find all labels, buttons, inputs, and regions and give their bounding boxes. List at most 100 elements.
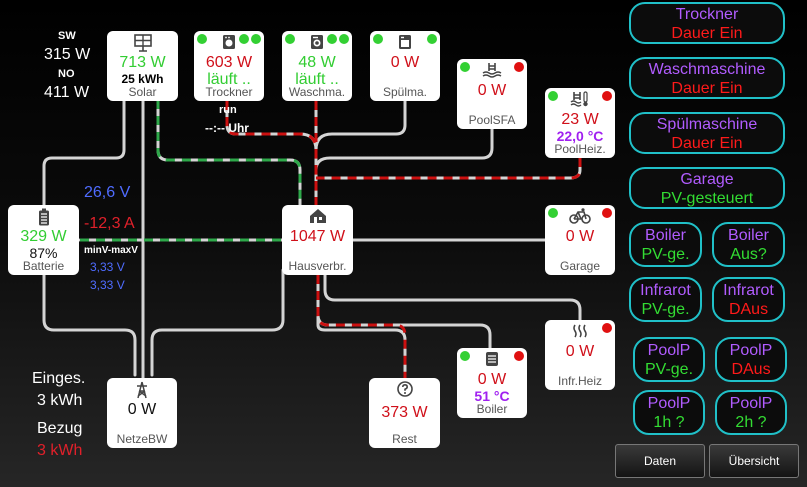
- battery-label: Batterie: [22, 259, 65, 273]
- control-title: Spülmaschine: [656, 116, 758, 133]
- haus-power: 1047 W: [289, 228, 346, 245]
- solar-no-value: 411 W: [44, 84, 90, 101]
- poolp-pv-control-button[interactable]: PoolP PV-ge.: [633, 337, 705, 382]
- solar-node[interactable]: 713 W 25 kWh Solar: [107, 31, 178, 101]
- control-state: Dauer Ein: [671, 135, 743, 152]
- control-title: PoolP: [647, 395, 691, 412]
- poolsfa-label: PoolSFA: [468, 113, 516, 127]
- status-dot: [285, 34, 295, 44]
- battery-max-voltage: 3,33 V: [90, 278, 125, 292]
- poolheiz-node[interactable]: 23 W 22,0 °C PoolHeiz.: [545, 88, 615, 158]
- status-dot: [197, 34, 207, 44]
- poolheiz-label: PoolHeiz.: [554, 142, 606, 156]
- infrarot-power: 0 W: [565, 343, 595, 360]
- spuelma-power: 0 W: [390, 54, 420, 71]
- poolp-daus-control-button[interactable]: PoolP DAus: [715, 337, 787, 382]
- trockner-label: Trockner: [205, 85, 253, 99]
- control-title: Infrarot: [723, 282, 774, 299]
- poolp-2h-control-button[interactable]: PoolP 2h ?: [715, 390, 787, 435]
- control-state: 2h ?: [735, 414, 767, 431]
- daten-button[interactable]: Daten: [615, 444, 705, 478]
- haus-label: Hausverbr.: [288, 259, 347, 273]
- battery-current: -12,3 A: [84, 215, 135, 232]
- boiler-power: 0 W: [477, 371, 507, 388]
- garage-control-button[interactable]: Garage PV-gesteuert: [629, 167, 785, 209]
- einges-value: 3 kWh: [37, 392, 83, 409]
- solar-power: 713 W: [119, 54, 166, 71]
- control-state: Dauer Ein: [671, 80, 743, 97]
- status-dot: [251, 34, 261, 44]
- control-state: 1h ?: [653, 414, 685, 431]
- trockner-control-button[interactable]: Trockner Dauer Ein: [629, 2, 785, 44]
- solar-panel-icon: [107, 34, 178, 54]
- waschma-node[interactable]: 48 W läuft .. Waschma.: [282, 31, 352, 101]
- status-dot: [514, 351, 524, 361]
- control-state: PV-ge.: [641, 301, 690, 318]
- battery-min-voltage: 3,33 V: [90, 260, 125, 274]
- poolsfa-node[interactable]: 0 W PoolSFA: [457, 59, 527, 129]
- boiler-node[interactable]: 0 W 51 °C Boiler: [457, 348, 527, 418]
- solar-sw-value: 315 W: [44, 46, 91, 63]
- batterie-node[interactable]: 329 W 87% Batterie: [8, 205, 79, 275]
- status-dot: [460, 62, 470, 72]
- control-title: PoolP: [729, 395, 773, 412]
- solar-label: Solar: [128, 85, 157, 99]
- einges-label: Einges.: [32, 370, 86, 387]
- control-title: PoolP: [729, 342, 773, 359]
- boiler-aus-control-button[interactable]: Boiler Aus?: [712, 222, 785, 267]
- netz-node[interactable]: 0 W NetzeBW: [107, 378, 177, 448]
- waschma-label: Waschma.: [288, 85, 346, 99]
- control-title: Garage: [680, 171, 734, 188]
- control-state: PV-gesteuert: [660, 190, 754, 207]
- infrarot-node[interactable]: 0 W Infr.Heiz: [545, 320, 615, 390]
- status-dot: [602, 323, 612, 333]
- house-icon: [282, 208, 353, 228]
- battery-minmax-label: minV-maxV: [84, 245, 138, 256]
- status-dot: [602, 208, 612, 218]
- question-icon: [369, 381, 440, 401]
- rest-node[interactable]: 373 W Rest: [369, 378, 440, 448]
- status-dot: [602, 91, 612, 101]
- infrarot-label: Infr.Heiz: [557, 374, 602, 388]
- boiler-label: Boiler: [476, 402, 508, 416]
- control-state: PV-ge.: [644, 361, 694, 378]
- control-state: Dauer Ein: [671, 25, 743, 42]
- boiler-pv-control-button[interactable]: Boiler PV-ge.: [629, 222, 702, 267]
- status-dot: [460, 351, 470, 361]
- bezug-value: 3 kWh: [37, 442, 83, 459]
- control-state: DAus: [728, 301, 769, 318]
- status-dot: [548, 91, 558, 101]
- poolsfa-power: 0 W: [477, 82, 507, 99]
- bezug-label: Bezug: [37, 420, 83, 437]
- battery-power: 329 W: [20, 228, 67, 245]
- uebersicht-button[interactable]: Übersicht: [709, 444, 799, 478]
- status-dot: [239, 34, 249, 44]
- control-state: DAus: [731, 361, 771, 378]
- trockner-run-label: run: [219, 104, 237, 116]
- solar-energy: 25 kWh: [121, 72, 164, 86]
- waschmaschine-control-button[interactable]: Waschmaschine Dauer Ein: [629, 57, 785, 99]
- infrarot-daus-control-button[interactable]: Infrarot DAus: [712, 277, 785, 322]
- spuelmaschine-control-button[interactable]: Spülmaschine Dauer Ein: [629, 112, 785, 154]
- control-title: Boiler: [728, 227, 769, 244]
- control-title: Infrarot: [640, 282, 691, 299]
- trockner-time: --:-- Uhr: [205, 121, 249, 135]
- control-title: Boiler: [645, 227, 686, 244]
- spuelma-node[interactable]: 0 W Spülma.: [370, 31, 440, 101]
- status-dot: [514, 62, 524, 72]
- infrarot-pv-control-button[interactable]: Infrarot PV-ge.: [629, 277, 702, 322]
- solar-no-label: NO: [58, 68, 75, 80]
- control-title: Trockner: [675, 6, 739, 23]
- battery-voltage: 26,6 V: [84, 184, 131, 201]
- haus-node[interactable]: 1047 W Hausverbr.: [282, 205, 353, 275]
- garage-node[interactable]: 0 W Garage: [545, 205, 615, 275]
- poolp-1h-control-button[interactable]: PoolP 1h ?: [633, 390, 705, 435]
- spuelma-label: Spülma.: [382, 85, 428, 99]
- trockner-node[interactable]: 603 W läuft .. Trockner: [194, 31, 264, 101]
- solar-sw-label: SW: [58, 30, 76, 42]
- garage-label: Garage: [559, 259, 601, 273]
- rest-label: Rest: [392, 432, 417, 446]
- status-dot: [548, 323, 558, 333]
- garage-power: 0 W: [565, 228, 595, 245]
- control-title: Waschmaschine: [648, 61, 766, 78]
